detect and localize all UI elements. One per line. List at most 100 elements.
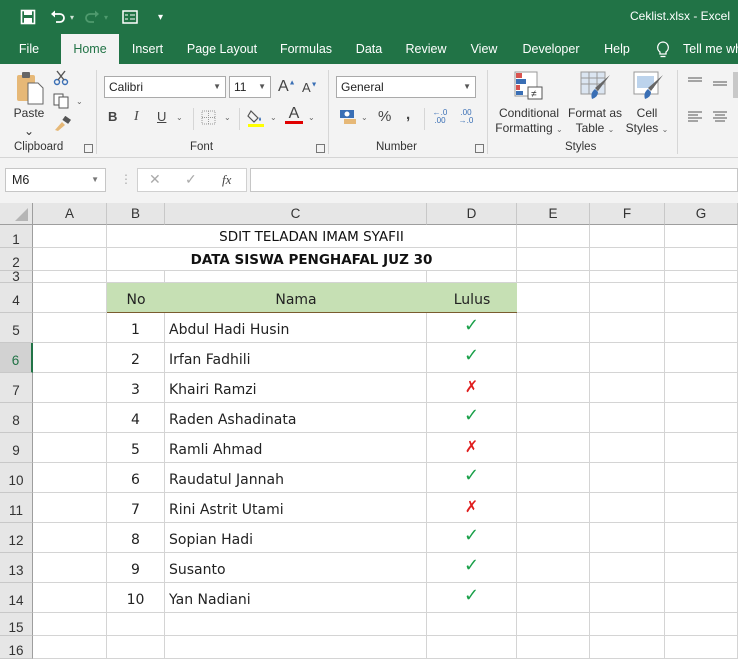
cell[interactable]: [590, 313, 665, 343]
cell[interactable]: [517, 283, 590, 313]
cell[interactable]: [517, 373, 590, 403]
sheet-title[interactable]: DATA SISWA PENGHAFAL JUZ 30: [107, 248, 517, 271]
student-name[interactable]: Khairi Ramzi: [165, 373, 427, 403]
column-header-b[interactable]: B: [107, 203, 165, 225]
cell[interactable]: [165, 271, 427, 283]
cell[interactable]: [517, 523, 590, 553]
student-no[interactable]: 3: [107, 373, 165, 403]
cell[interactable]: [517, 271, 590, 283]
cell[interactable]: [107, 636, 165, 659]
cell[interactable]: [590, 583, 665, 613]
student-lulus-cell[interactable]: ✓: [427, 583, 517, 613]
cell[interactable]: [107, 613, 165, 636]
student-lulus-cell[interactable]: ✓: [427, 553, 517, 583]
student-name[interactable]: Irfan Fadhili: [165, 343, 427, 373]
cell[interactable]: [517, 313, 590, 343]
insert-function-icon[interactable]: fx: [222, 172, 231, 188]
cell[interactable]: [33, 225, 107, 248]
school-title[interactable]: SDIT TELADAN IMAM SYAFII: [107, 225, 517, 248]
align-left-icon[interactable]: [688, 111, 702, 123]
cell[interactable]: [33, 283, 107, 313]
header-nama[interactable]: Nama: [165, 283, 427, 313]
tab-help[interactable]: Help: [597, 34, 637, 64]
enter-icon[interactable]: ✓: [185, 171, 197, 188]
cell[interactable]: [427, 613, 517, 636]
cell[interactable]: [665, 271, 738, 283]
cell[interactable]: [590, 343, 665, 373]
paste-dropdown-icon[interactable]: ⌄: [24, 124, 34, 139]
row-header-16[interactable]: 16: [0, 636, 33, 659]
cell[interactable]: [665, 553, 738, 583]
cell[interactable]: [107, 271, 165, 283]
student-no[interactable]: 9: [107, 553, 165, 583]
tab-developer[interactable]: Developer: [518, 34, 584, 64]
underline-dropdown-icon[interactable]: ⌄: [176, 113, 183, 122]
borders-dropdown-icon[interactable]: ⌄: [224, 113, 231, 122]
increase-decimal-button[interactable]: ←.0 .00: [430, 109, 450, 125]
cell-styles-icon[interactable]: [633, 71, 665, 101]
paste-icon[interactable]: [15, 70, 45, 106]
font-name-select[interactable]: Calibri ▼: [104, 76, 226, 98]
cell[interactable]: [590, 283, 665, 313]
cell[interactable]: [33, 433, 107, 463]
student-no[interactable]: 2: [107, 343, 165, 373]
student-no[interactable]: 4: [107, 403, 165, 433]
form-icon[interactable]: [122, 10, 138, 24]
number-format-select[interactable]: General ▼: [336, 76, 476, 98]
align-center-icon[interactable]: [713, 111, 727, 123]
comma-style-button[interactable]: ,: [406, 106, 410, 123]
tab-file[interactable]: File: [8, 34, 50, 64]
ribbon-scroll-handle[interactable]: [733, 72, 738, 98]
row-header-7[interactable]: 7: [0, 373, 33, 403]
student-name[interactable]: Yan Nadiani: [165, 583, 427, 613]
conditional-formatting-icon[interactable]: ≠: [514, 71, 544, 101]
cell[interactable]: [665, 313, 738, 343]
font-size-select[interactable]: 11 ▼: [229, 76, 271, 98]
student-lulus-cell[interactable]: ✓: [427, 343, 517, 373]
cell[interactable]: [590, 373, 665, 403]
formula-input[interactable]: [250, 168, 738, 192]
student-lulus-cell[interactable]: ✓: [427, 403, 517, 433]
bold-button[interactable]: B: [108, 109, 117, 124]
cell[interactable]: [517, 343, 590, 373]
student-no[interactable]: 1: [107, 313, 165, 343]
copy-icon[interactable]: [53, 93, 69, 109]
column-header-e[interactable]: E: [517, 203, 590, 225]
student-lulus-cell[interactable]: ✓: [427, 463, 517, 493]
cancel-icon[interactable]: ✕: [149, 171, 161, 188]
student-lulus-cell[interactable]: ✓: [427, 523, 517, 553]
middle-align-icon[interactable]: [713, 80, 727, 90]
row-header-15[interactable]: 15: [0, 613, 33, 636]
percent-style-button[interactable]: %: [378, 108, 391, 125]
tab-formulas[interactable]: Formulas: [275, 34, 337, 64]
student-name[interactable]: Susanto: [165, 553, 427, 583]
cell[interactable]: [590, 403, 665, 433]
cell[interactable]: [590, 553, 665, 583]
cell[interactable]: [33, 523, 107, 553]
tab-home[interactable]: Home: [61, 34, 119, 64]
cell[interactable]: [665, 283, 738, 313]
cell[interactable]: [33, 248, 107, 271]
drag-handle-icon[interactable]: ⋮: [120, 172, 132, 186]
cell[interactable]: [517, 248, 590, 271]
student-no[interactable]: 8: [107, 523, 165, 553]
cell[interactable]: [33, 463, 107, 493]
conditional-formatting-button[interactable]: Conditional Formatting ⌄: [495, 106, 563, 137]
cell[interactable]: [665, 343, 738, 373]
cell[interactable]: [665, 403, 738, 433]
tab-page-layout[interactable]: Page Layout: [182, 34, 262, 64]
student-name[interactable]: Ramli Ahmad: [165, 433, 427, 463]
accounting-dropdown-icon[interactable]: ⌄: [361, 113, 368, 122]
row-header-3[interactable]: 3: [0, 271, 33, 283]
cell[interactable]: [590, 463, 665, 493]
save-icon[interactable]: [20, 9, 36, 25]
row-header-11[interactable]: 11: [0, 493, 33, 523]
tab-data[interactable]: Data: [349, 34, 389, 64]
cell[interactable]: [590, 248, 665, 271]
cell[interactable]: [33, 493, 107, 523]
font-color-dropdown-icon[interactable]: ⌄: [308, 113, 315, 122]
cell[interactable]: [33, 583, 107, 613]
student-lulus-cell[interactable]: ✓: [427, 313, 517, 343]
row-header-9[interactable]: 9: [0, 433, 33, 463]
cell[interactable]: [427, 271, 517, 283]
